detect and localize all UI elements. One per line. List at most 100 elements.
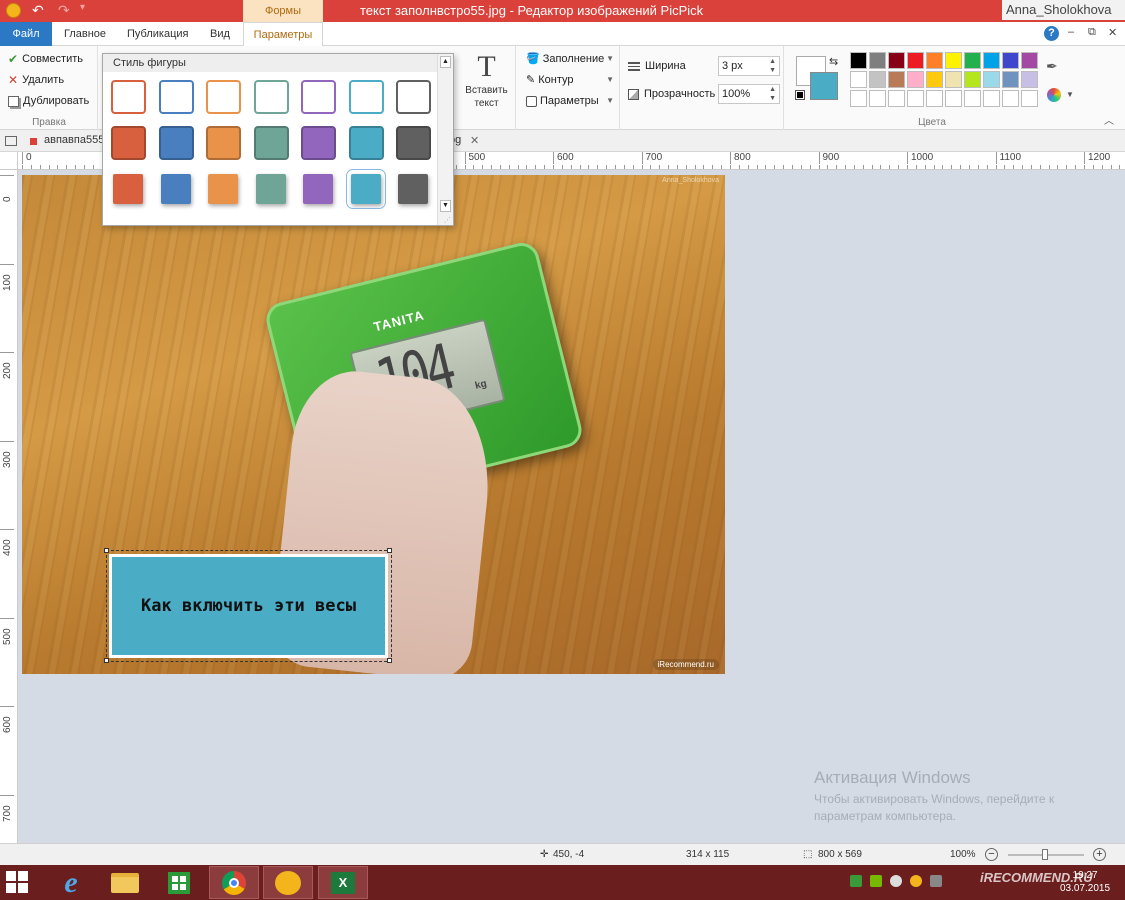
resize-handle[interactable] [104,658,109,663]
width-stepper[interactable]: 3 px ▲ ▼ [718,56,780,76]
tab-params[interactable]: Параметры [243,22,323,47]
shape-style-option[interactable] [158,80,194,114]
shape-style-option[interactable] [345,169,386,209]
palette-swatch[interactable] [850,90,867,107]
palette-swatch[interactable] [945,71,962,88]
palette-swatch[interactable] [964,71,981,88]
palette-swatch[interactable] [1002,90,1019,107]
tray-nvidia-icon[interactable] [870,875,882,887]
shape-style-option[interactable] [206,80,241,114]
eyedropper-icon[interactable]: ✒ [1046,58,1058,75]
palette-swatch[interactable] [869,52,886,69]
resize-handle[interactable] [104,548,109,553]
reset-colors-icon[interactable] [795,90,805,100]
palette-swatch[interactable] [869,71,886,88]
palette-swatch[interactable] [907,90,924,107]
start-button[interactable] [6,871,30,893]
secondary-color[interactable] [810,72,838,100]
outline-dropdown[interactable]: ✎ Контур ▼ [526,71,618,89]
palette-swatch[interactable] [945,90,962,107]
tray-picpick-icon[interactable] [910,875,922,887]
shape-style-option[interactable] [396,80,431,114]
swap-colors-icon[interactable]: ⇆ [829,55,838,68]
stepper-arrows-icon[interactable]: ▲ ▼ [769,57,776,75]
tray-flag-icon[interactable] [930,875,942,887]
palette-swatch[interactable] [945,52,962,69]
minimize-icon[interactable]: – [1068,26,1074,38]
help-icon[interactable]: ? [1044,26,1059,41]
opacity-stepper[interactable]: 100% ▲ ▼ [718,84,780,104]
palette-swatch[interactable] [983,52,1000,69]
document-tab-1[interactable]: авпавпа5556 [44,134,110,146]
shape-style-option[interactable] [253,80,289,114]
text-box-shape[interactable]: Как включить эти весы [109,554,388,658]
palette-swatch[interactable] [964,90,981,107]
zoom-out-icon[interactable]: − [985,848,998,861]
palette-swatch[interactable] [869,90,886,107]
taskbar-chrome[interactable] [209,866,259,899]
tab-file[interactable]: Файл [0,22,52,46]
tab-home[interactable]: Главное [54,22,116,46]
palette-swatch[interactable] [1021,71,1038,88]
palette-swatch[interactable] [888,52,905,69]
palette-swatch[interactable] [1002,71,1019,88]
taskbar-ie[interactable]: e [46,866,96,899]
close-tab-icon[interactable]: ✕ [470,134,479,147]
thumbnails-icon[interactable] [5,136,17,146]
params-dropdown[interactable]: Параметры ▼ [526,92,618,110]
tab-view[interactable]: Вид [200,22,240,46]
resize-handle[interactable] [387,548,392,553]
color-wheel-icon[interactable] [1047,88,1061,102]
taskbar-store[interactable] [154,866,204,899]
palette-swatch[interactable] [888,90,905,107]
taskbar-excel[interactable]: X [318,866,368,899]
shape-style-option[interactable] [208,174,238,204]
shape-style-option[interactable] [206,126,241,160]
shape-style-option[interactable] [158,126,194,160]
shape-style-option[interactable] [396,126,431,160]
shape-style-option[interactable] [113,174,143,204]
palette-swatch[interactable] [888,71,905,88]
palette-swatch[interactable] [983,90,1000,107]
shape-style-option[interactable] [253,126,289,160]
chevron-down-icon[interactable]: ▼ [1066,90,1074,99]
resize-handle[interactable] [387,658,392,663]
palette-swatch[interactable] [850,52,867,69]
delete-button[interactable]: ✕ Удалить [8,71,64,89]
tray-cloud-icon[interactable] [890,875,902,887]
taskbar-picpick[interactable] [263,866,313,899]
shape-style-option[interactable] [303,174,333,204]
shape-style-option[interactable] [160,174,191,204]
resize-grip-icon[interactable]: ⋰ [444,216,451,224]
shape-style-option[interactable] [111,126,146,160]
palette-swatch[interactable] [983,71,1000,88]
shape-style-option[interactable] [301,126,336,160]
palette-swatch[interactable] [1021,52,1038,69]
clock[interactable]: 19:27 03.07.2015 [1060,869,1110,895]
tab-publish[interactable]: Публикация [117,22,198,46]
palette-swatch[interactable] [926,52,943,69]
shape-style-option[interactable] [348,80,384,114]
shape-style-option[interactable] [255,174,286,204]
close-icon[interactable]: ✕ [1108,26,1117,39]
undo-icon[interactable]: ↶ [32,2,44,19]
shape-style-option[interactable] [301,80,336,114]
restore-icon[interactable]: ⧉ [1088,26,1096,39]
palette-swatch[interactable] [1002,52,1019,69]
shape-style-option[interactable] [348,126,384,160]
fill-dropdown[interactable]: 🪣 Заполнение ▼ [526,50,618,68]
shape-style-option[interactable] [398,174,428,204]
user-name[interactable]: Anna_Sholokhova [1002,0,1125,20]
stepper-arrows-icon[interactable]: ▲ ▼ [769,85,776,103]
scroll-up-icon[interactable]: ▲ [440,56,451,68]
palette-swatch[interactable] [964,52,981,69]
redo-icon[interactable]: ↷ [58,2,70,19]
palette-swatch[interactable] [907,71,924,88]
duplicate-button[interactable]: Дублировать [8,92,89,110]
picpick-app-icon[interactable] [6,3,21,18]
palette-swatch[interactable] [850,71,867,88]
palette-swatch[interactable] [926,90,943,107]
merge-button[interactable]: ✔ Совместить [8,50,83,68]
zoom-in-icon[interactable]: + [1093,848,1106,861]
palette-swatch[interactable] [907,52,924,69]
